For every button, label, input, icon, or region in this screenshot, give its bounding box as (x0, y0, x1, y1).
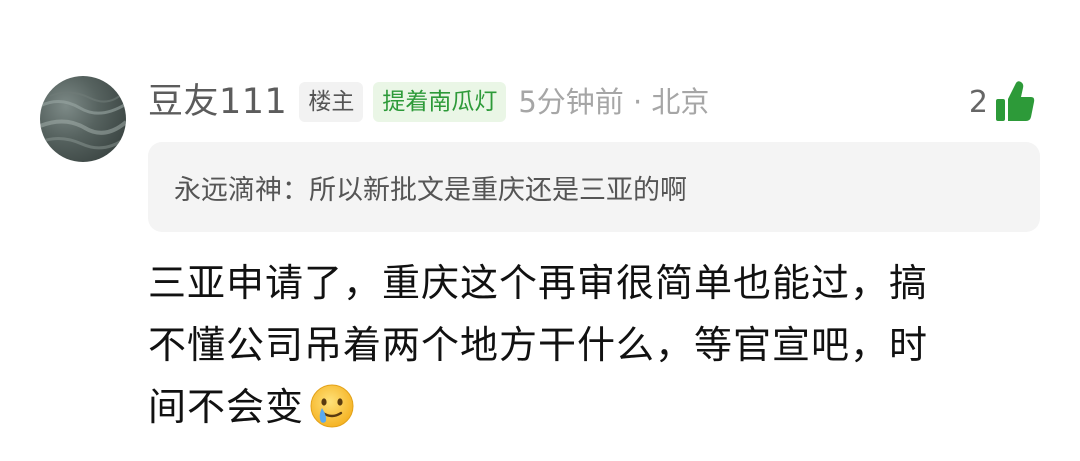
quote-author: 永远滴神： (174, 174, 309, 206)
quote-text: 所以新批文是重庆还是三亚的啊 (309, 174, 687, 206)
op-badge: 楼主 (299, 82, 364, 122)
thumbs-up-icon[interactable] (994, 80, 1036, 124)
comment-body-line: 不懂公司吊着两个地方干什么，等官宣吧，时 (148, 323, 929, 367)
username[interactable]: 豆友111 (148, 78, 287, 126)
comment-body-line: 间不会变 (148, 385, 305, 429)
user-avatar[interactable] (40, 76, 126, 162)
quoted-reply[interactable]: 永远滴神： 所以新批文是重庆还是三亚的啊 (148, 142, 1040, 232)
comment-body-line-last: 间不会变 (148, 376, 1028, 438)
comment-card: 豆友111 楼主 提着南瓜灯 5分钟前 · 北京 2 永远滴神： 所以新批文是重… (0, 0, 1080, 461)
tearful-smile-emoji-icon (308, 382, 356, 430)
like-button[interactable]: 2 (969, 78, 1036, 126)
comment-meta: 5分钟前 · 北京 (518, 85, 710, 119)
like-count: 2 (968, 84, 988, 120)
avatar-image (40, 89, 126, 150)
comment-body: 三亚申请了，重庆这个再审很简单也能过，搞 不懂公司吊着两个地方干什么，等官宣吧，… (148, 252, 1028, 438)
comment-header: 豆友111 楼主 提着南瓜灯 5分钟前 · 北京 (148, 78, 709, 126)
comment-body-line: 三亚申请了，重庆这个再审很简单也能过，搞 (148, 261, 929, 305)
user-tag-badge: 提着南瓜灯 (373, 82, 507, 122)
